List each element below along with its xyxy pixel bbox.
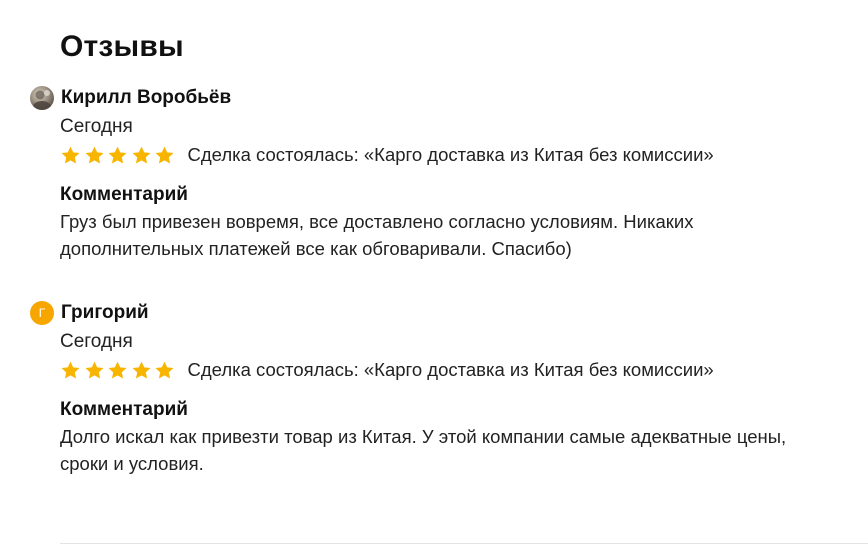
review-rating-row: Сделка состоялась: «Карго доставка из Ки… [60, 140, 850, 170]
review-item: Кирилл Воробьёв Сегодня Сделка состоялас… [30, 84, 850, 262]
review-rating-row: Сделка состоялась: «Карго доставка из Ки… [60, 355, 850, 385]
star-icon [84, 361, 104, 379]
rating-stars [60, 145, 178, 166]
comment-label: Комментарий [60, 184, 188, 205]
star-icon [61, 361, 80, 379]
comment-text: Груз был привезен вовремя, все доставлен… [60, 211, 694, 259]
review-author-row: Г Григорий [30, 299, 850, 327]
star-icon [155, 361, 174, 379]
star-icon [108, 146, 127, 164]
divider [60, 543, 868, 544]
review-author-name[interactable]: Григорий [61, 302, 149, 324]
page-title: Отзывы [60, 30, 184, 63]
star-icon [61, 146, 80, 164]
star-icon [131, 361, 151, 379]
star-icon [84, 146, 104, 164]
review-author-name[interactable]: Кирилл Воробьёв [61, 87, 231, 109]
review-date: Сегодня [60, 331, 133, 352]
deal-description: Сделка состоялась: «Карго доставка из Ки… [187, 359, 714, 380]
comment-text: Долго искал как привезти товар из Китая.… [60, 426, 787, 474]
star-icon [155, 146, 174, 164]
comment-label: Комментарий [60, 399, 188, 420]
review-author-row: Кирилл Воробьёв [30, 84, 850, 112]
star-icon [131, 146, 151, 164]
star-icon [108, 361, 127, 379]
user-photo-icon [33, 90, 51, 110]
deal-description: Сделка состоялась: «Карго доставка из Ки… [187, 144, 714, 165]
rating-stars [60, 360, 178, 381]
avatar[interactable] [30, 86, 54, 110]
avatar[interactable]: Г [30, 301, 54, 325]
avatar-letter: Г [38, 306, 46, 320]
review-item: Г Григорий Сегодня Сделка состоялась: «К… [30, 299, 850, 477]
review-date: Сегодня [60, 116, 133, 137]
